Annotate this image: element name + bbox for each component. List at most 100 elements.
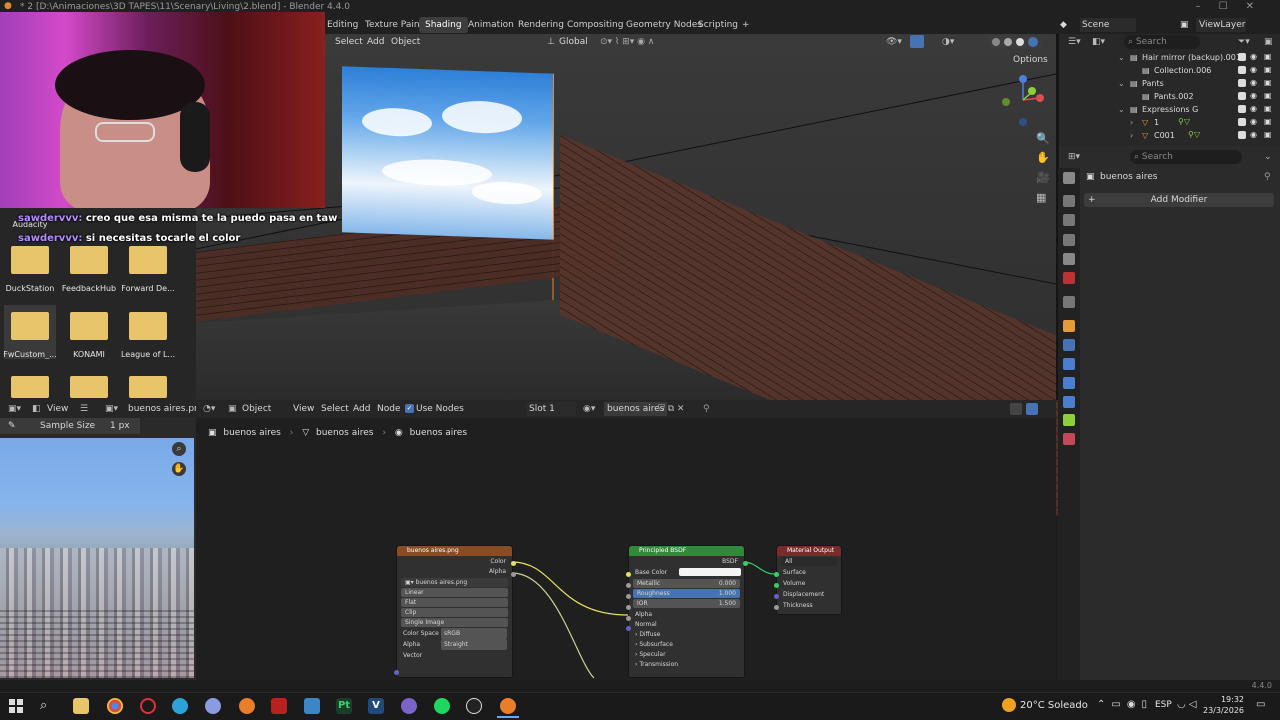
folder-icon[interactable] [129,376,167,398]
zoom-icon[interactable]: ⌕ [172,442,186,456]
overlay-icon[interactable]: ◑▾ [942,35,954,49]
desktop-item-label[interactable]: FeedbackHub [59,284,119,293]
render-tab-icon[interactable] [1063,195,1075,207]
ortho-grid-icon[interactable]: ▦ [1036,190,1046,204]
transform-orientation-select[interactable]: Global [559,35,588,49]
properties-search-input[interactable]: ⌕ Search [1130,150,1242,164]
expand-chevron-icon[interactable]: ⌄ [1118,105,1125,114]
checkbox-icon[interactable] [1238,131,1246,139]
hamburger-icon[interactable]: ☰ [80,402,88,416]
viewport-select-menu[interactable]: Select [335,35,363,49]
outliner-editor-icon[interactable]: ☰▾ [1068,35,1081,49]
app-icon[interactable] [205,698,221,714]
opera-icon[interactable] [140,698,156,714]
output-tab-icon[interactable] [1063,214,1075,226]
new-collection-icon[interactable]: ▣ [1264,35,1273,49]
ior-slider[interactable]: IOR 1.500 [633,599,740,608]
outliner-label[interactable]: 1 [1154,118,1159,127]
add-workspace-button[interactable]: + [736,17,756,33]
image-browse-icon[interactable]: ▣▾ [105,402,118,416]
tab-shading[interactable]: Shading [419,17,468,33]
eyedropper-icon[interactable]: ✎ [8,419,16,433]
checkbox-icon[interactable] [1238,79,1246,87]
outliner-row[interactable]: › ▽ 1 ⚲▽ ◉ ▣ [1058,117,1280,130]
filter-icon[interactable]: ⏷▾ [1238,35,1250,49]
image-texture-node[interactable]: buenos aires.png Color Alpha ▣▾ buenos a… [394,545,516,678]
desktop-item-label[interactable]: FwCustom_... [0,350,60,359]
outliner-search-input[interactable]: ⌕ Search [1124,35,1200,49]
object-tab-icon[interactable] [1063,320,1075,332]
view-mode-icon[interactable]: ◧ [32,402,41,416]
desktop-item-label[interactable]: League of L... [118,350,178,359]
options-dropdown[interactable]: Options [1013,53,1048,67]
eye-icon[interactable]: ◉ [1250,130,1257,139]
alpha-mode-select[interactable]: Straight [441,639,507,650]
pivot-icon[interactable]: ⊙▾ ⌇ ⊞▾ ◉ ∧ [600,35,654,49]
viewlayer-selector[interactable]: ViewLayer [1196,18,1246,32]
window-controls[interactable]: –☐✕ [1196,1,1272,12]
gizmo-toggle-icon[interactable] [910,35,924,48]
camera-icon[interactable]: ▣ [1264,78,1272,87]
output-target-select[interactable]: All [781,557,837,566]
checkbox-icon[interactable] [1238,118,1246,126]
desktop-item-label[interactable]: DuckStation [0,284,60,293]
camera-icon[interactable]: ▣ [1264,52,1272,61]
modifier-tab-icon[interactable] [1063,339,1075,351]
clock-date[interactable]: 23/3/2026 [1203,706,1244,715]
particles-tab-icon[interactable] [1063,358,1075,370]
tab-editing[interactable]: Editing [321,17,364,33]
folder-icon[interactable] [11,376,49,398]
node-title[interactable]: buenos aires.png [397,546,512,556]
clock-time[interactable]: 19:32 [1214,695,1244,704]
view-layer-tab-icon[interactable] [1063,234,1075,246]
panel-diffuse[interactable]: › Diffuse [629,630,744,640]
spotify-icon[interactable] [434,698,450,714]
outliner-label[interactable]: Pants.002 [1154,92,1194,101]
folder-icon[interactable] [11,312,49,340]
outliner-row[interactable]: ▤ Pants.002 ◉ ▣ [1058,91,1280,104]
image-editor-type-icon[interactable]: ▣▾ [8,402,21,416]
outliner-label[interactable]: C001 [1154,131,1175,140]
viewport-shading-icons[interactable]: 👁▾ [886,35,902,49]
material-icon[interactable] [1016,38,1024,46]
checkbox-icon[interactable] [1238,92,1246,100]
camera-icon[interactable]: ▣ [1264,91,1272,100]
language-indicator[interactable]: ESP [1155,700,1172,710]
desktop-item-label[interactable]: Forward De... [118,284,178,293]
panel-transmission[interactable]: › Transmission [629,660,744,670]
viewport-object-menu[interactable]: Object [391,35,420,49]
expand-chevron-icon[interactable]: › [1130,131,1133,140]
network-sound-icons[interactable]: ◡ ◁ [1177,699,1197,710]
vector-input-socket[interactable] [394,670,399,675]
checkbox-icon[interactable] [1238,66,1246,74]
image-name-field[interactable]: buenos aires.png [128,402,205,416]
visual-studio-icon[interactable]: V [368,698,384,714]
eye-icon[interactable]: ◉ [1250,78,1257,87]
principled-bsdf-node[interactable]: Principled BSDF BSDF Base Color Metallic… [626,545,748,678]
base-color-socket[interactable] [626,572,631,577]
metallic-slider[interactable]: Metallic 0.000 [633,579,740,588]
shading-mode-group[interactable] [988,36,1042,48]
pan-hand-icon[interactable]: ✋ [1036,150,1050,164]
outliner-label[interactable]: Pants [1142,79,1164,88]
source-select[interactable]: Single Image [401,618,508,627]
outliner-row[interactable]: ⌄ ▤ Pants ◉ ▣ [1058,78,1280,91]
outliner-row[interactable]: ⌄ ▤ Expressions G ◉ ▣ [1058,104,1280,117]
folder-icon[interactable] [70,376,108,398]
physics-tab-icon[interactable] [1063,377,1075,389]
data-tab-icon[interactable] [1063,414,1075,426]
folder-icon[interactable] [70,246,108,274]
scene-tab-icon[interactable] [1063,253,1075,265]
file-explorer-icon[interactable] [73,698,89,714]
node-title[interactable]: Principled BSDF [629,546,744,556]
eye-icon[interactable]: ◉ [1250,117,1257,126]
expand-chevron-icon[interactable]: ⌄ [1118,53,1125,62]
displacement-socket[interactable] [774,594,779,599]
eye-icon[interactable]: ◉ [1250,91,1257,100]
outliner-label[interactable]: Expressions G [1142,105,1198,114]
color-space-select[interactable]: sRGB [441,628,507,639]
weather-text[interactable]: 20°C Soleado [1020,700,1088,711]
expand-chevron-icon[interactable]: ⌄ [1118,79,1125,88]
desktop-item-label[interactable]: KONAMI [59,350,119,359]
properties-editor-icon[interactable]: ⊞▾ [1068,150,1080,164]
